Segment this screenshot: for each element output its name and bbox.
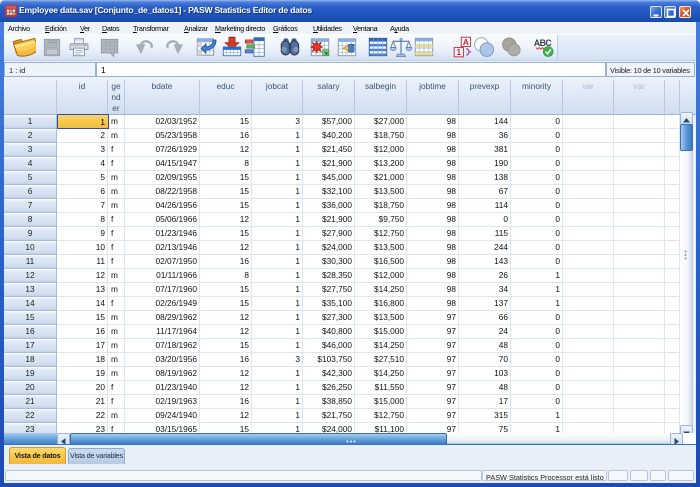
svg-text:ABC: ABC bbox=[534, 38, 553, 48]
svg-text:A: A bbox=[463, 38, 469, 47]
svg-text:1: 1 bbox=[456, 48, 461, 57]
